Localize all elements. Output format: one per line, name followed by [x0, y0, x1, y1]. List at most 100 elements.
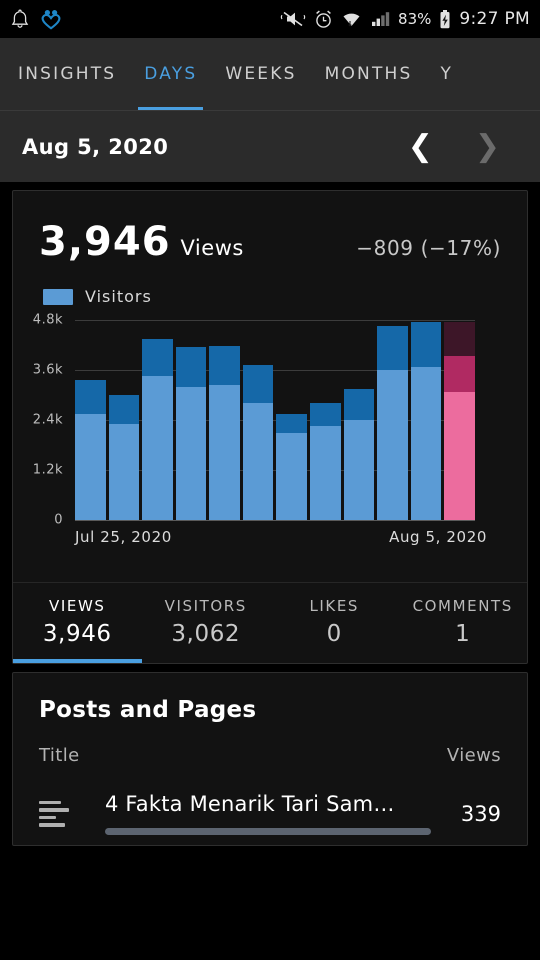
- posts-card-wrapper: Posts and Pages Title Views 4 Fakta Mena…: [0, 664, 540, 846]
- stats-card-wrapper: 3,946 Views −809 (−17%) Visitors 0 1.2k 2.…: [0, 182, 540, 664]
- metric-tab-label: COMMENTS: [412, 597, 513, 615]
- stats-card: 3,946 Views −809 (−17%) Visitors 0 1.2k 2.…: [12, 190, 528, 664]
- status-bar: 83% 9:27 PM: [0, 0, 540, 38]
- section-tab-bar: INSIGHTS DAYS WEEKS MONTHS Y: [0, 38, 540, 110]
- cellular-signal-icon: [369, 9, 391, 29]
- chart-bar[interactable]: [276, 320, 308, 520]
- chevron-right-icon[interactable]: ❯: [475, 131, 500, 162]
- metric-tab-label: LIKES: [309, 597, 360, 615]
- date-nav-buttons: ❮ ❯: [408, 131, 518, 162]
- chart-bar-views-segment: [444, 355, 475, 393]
- metric-tab-views[interactable]: VIEWS 3,946: [13, 583, 142, 663]
- chart-bar-views-segment: [276, 413, 308, 433]
- post-title: 4 Fakta Menarik Tari Sam…: [105, 792, 395, 816]
- chart-bar-visitors-segment: [410, 366, 442, 520]
- chart-bar-views-segment: [310, 403, 341, 427]
- wifi-icon: [341, 9, 362, 29]
- chart-bar-visitors-segment: [142, 376, 173, 520]
- chart-x-start-label: Jul 25, 2020: [75, 528, 172, 546]
- metric-tab-likes[interactable]: LIKES 0: [270, 583, 399, 663]
- chart-y-tick: 4.8k: [32, 312, 63, 328]
- chart-bar[interactable]: [410, 320, 442, 520]
- chart-bar-views-segment: [377, 326, 408, 370]
- legend-swatch-visitors: [43, 288, 73, 305]
- chart-bar[interactable]: [142, 320, 173, 520]
- chart-bar-visitors-segment: [276, 432, 308, 520]
- chart-bar-views-segment: [410, 322, 442, 367]
- metric-tab-value: 3,062: [171, 621, 241, 647]
- tab-weeks[interactable]: WEEKS: [211, 38, 310, 110]
- metric-tab-value: 1: [455, 621, 471, 647]
- chart-bar[interactable]: [175, 320, 207, 520]
- status-bar-left: [10, 8, 62, 30]
- chart-bars: [75, 320, 475, 520]
- tab-insights[interactable]: INSIGHTS: [0, 38, 130, 110]
- metric-tab-label: VIEWS: [48, 597, 106, 615]
- chart-bar[interactable]: [343, 320, 375, 520]
- chart-bar-views-segment: [209, 345, 240, 385]
- chart-y-tick: 3.6k: [32, 362, 63, 378]
- chart-plot-area: [75, 320, 475, 520]
- tab-days[interactable]: DAYS: [130, 38, 211, 110]
- metric-tab-value: 3,946: [42, 621, 112, 647]
- chart-bar-selected-remainder: [444, 322, 475, 356]
- chart-bar-visitors-segment: [343, 420, 375, 520]
- clock-label: 9:27 PM: [459, 9, 530, 29]
- chart-x-labels: Jul 25, 2020 Aug 5, 2020: [75, 528, 487, 546]
- chevron-left-icon[interactable]: ❮: [408, 131, 433, 162]
- battery-charging-icon: [438, 9, 452, 30]
- chart-bar-visitors-segment: [175, 386, 207, 520]
- chart-bar-views-segment: [242, 365, 274, 404]
- status-bar-right: 83% 9:27 PM: [280, 9, 530, 30]
- post-views-value: 339: [460, 801, 501, 826]
- chart-bar[interactable]: [310, 320, 341, 520]
- chart-bar-views-segment: [175, 347, 207, 387]
- chart-y-axis: 0 1.2k 2.4k 3.6k 4.8k: [13, 313, 71, 528]
- chart-bar[interactable]: [75, 320, 106, 520]
- metric-tab-comments[interactable]: COMMENTS 1: [399, 583, 528, 663]
- tab-months[interactable]: MONTHS: [311, 38, 427, 110]
- chart-bar[interactable]: [108, 320, 140, 520]
- views-visitors-chart: 0 1.2k 2.4k 3.6k 4.8k Jul 25, 2020 Aug 5, 20…: [13, 313, 527, 560]
- people-heart-icon: [40, 8, 62, 30]
- chart-y-tick: 1.2k: [32, 462, 63, 478]
- battery-percent-label: 83%: [398, 10, 432, 28]
- post-views-bar: [105, 828, 431, 835]
- document-lines-icon: [39, 800, 69, 827]
- chart-bar-visitors-segment: [75, 413, 106, 520]
- posts-and-pages-card: Posts and Pages Title Views 4 Fakta Mena…: [12, 672, 528, 846]
- chart-bar-views-segment: [108, 395, 140, 425]
- chart-bar-visitors-segment: [209, 384, 240, 520]
- legend-label-visitors: Visitors: [85, 287, 152, 306]
- chart-bar[interactable]: [444, 320, 475, 520]
- metric-tabs: VIEWS 3,946 VISITORS 3,062 LIKES 0 COMMENTS 1: [13, 582, 527, 663]
- metric-tab-label: VISITORS: [164, 597, 247, 615]
- chart-bar-visitors-segment: [377, 370, 408, 520]
- chart-bar[interactable]: [242, 320, 274, 520]
- posts-col-views: Views: [446, 745, 501, 766]
- chart-bar-visitors-segment: [242, 403, 274, 520]
- chart-y-tick: 2.4k: [32, 412, 63, 428]
- chart-bar-views-segment: [343, 388, 375, 420]
- posts-column-headers: Title Views: [13, 723, 527, 766]
- bell-icon: [10, 8, 30, 30]
- date-navigation-bar: Aug 5, 2020 ❮ ❯: [0, 110, 540, 182]
- chart-bar[interactable]: [209, 320, 240, 520]
- tab-years-partial[interactable]: Y: [427, 38, 454, 110]
- summary-header: 3,946 Views −809 (−17%): [13, 191, 527, 265]
- summary-label: Views: [180, 236, 244, 260]
- metric-tab-value: 0: [326, 621, 342, 647]
- mute-vibrate-icon: [280, 9, 306, 29]
- chart-bar-visitors-segment: [444, 392, 475, 520]
- metric-tab-visitors[interactable]: VISITORS 3,062: [142, 583, 271, 663]
- post-row[interactable]: 4 Fakta Menarik Tari Sam… 339: [13, 766, 527, 845]
- posts-col-title: Title: [39, 745, 80, 766]
- chart-y-tick: 0: [54, 512, 63, 528]
- chart-x-end-label: Aug 5, 2020: [389, 528, 487, 546]
- chart-legend: Visitors: [13, 265, 527, 306]
- chart-bar-visitors-segment: [108, 424, 140, 520]
- chart-bar[interactable]: [377, 320, 408, 520]
- summary-delta: −809 (−17%): [356, 236, 501, 260]
- chart-bar-views-segment: [142, 338, 173, 377]
- chart-bar-views-segment: [75, 380, 106, 414]
